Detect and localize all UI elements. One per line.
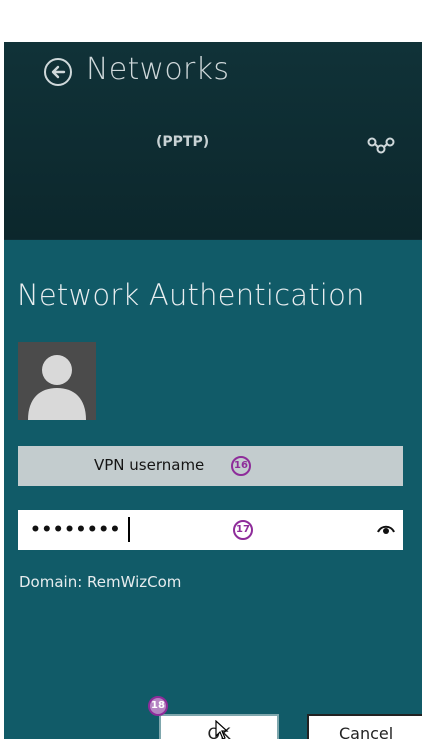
dialog-title: Network Authentication (17, 278, 365, 312)
user-avatar-icon (18, 342, 96, 420)
username-field[interactable]: VPN username 16 (18, 446, 403, 486)
domain-label: Domain: RemWizCom (19, 573, 182, 591)
page-title: Networks (86, 52, 230, 87)
connected-icon (367, 137, 395, 154)
back-button[interactable] (44, 58, 72, 86)
network-settings-pane: Networks (PPTP) Network Authentication V… (4, 42, 422, 739)
mouse-cursor-icon (215, 720, 229, 739)
text-caret (128, 517, 130, 542)
network-authentication-dialog: Network Authentication VPN username 16 •… (4, 240, 422, 739)
step-18-annotation: 18 (148, 696, 168, 716)
password-field[interactable]: •••••••• 17 (18, 510, 403, 550)
password-value: •••••••• (30, 520, 121, 540)
step-16-annotation: 16 (231, 456, 251, 476)
cancel-button[interactable]: Cancel (307, 714, 422, 739)
eye-icon[interactable] (377, 523, 395, 535)
username-value: VPN username (94, 456, 205, 474)
connection-type-label: (PPTP) (156, 134, 210, 150)
back-arrow-icon (51, 65, 66, 79)
step-17-annotation: 17 (233, 520, 253, 540)
networks-header: Networks (PPTP) (4, 42, 422, 239)
